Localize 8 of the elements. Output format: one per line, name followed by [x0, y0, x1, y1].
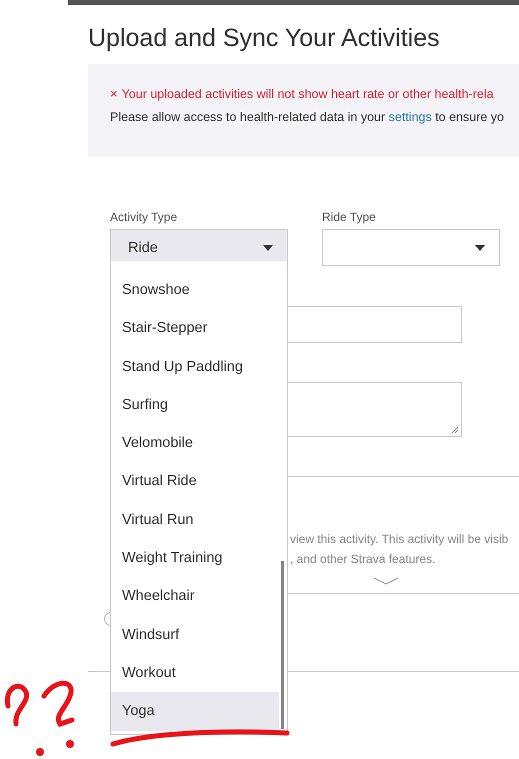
- error-icon: ×: [110, 86, 118, 101]
- alert-message: Please allow access to health-related data in your settings to ensure yo: [110, 110, 505, 124]
- page-title: Upload and Sync Your Activities: [88, 23, 441, 54]
- error-message: Your uploaded activities will not show heart rate or other health-rela: [122, 86, 494, 100]
- field-label: Activity Type: [110, 210, 178, 224]
- field-label: Ride Type: [322, 210, 377, 224]
- visibility-note: , and other Strava features.: [290, 551, 436, 568]
- visibility-note: view this activity. This activity will be visib: [290, 531, 510, 548]
